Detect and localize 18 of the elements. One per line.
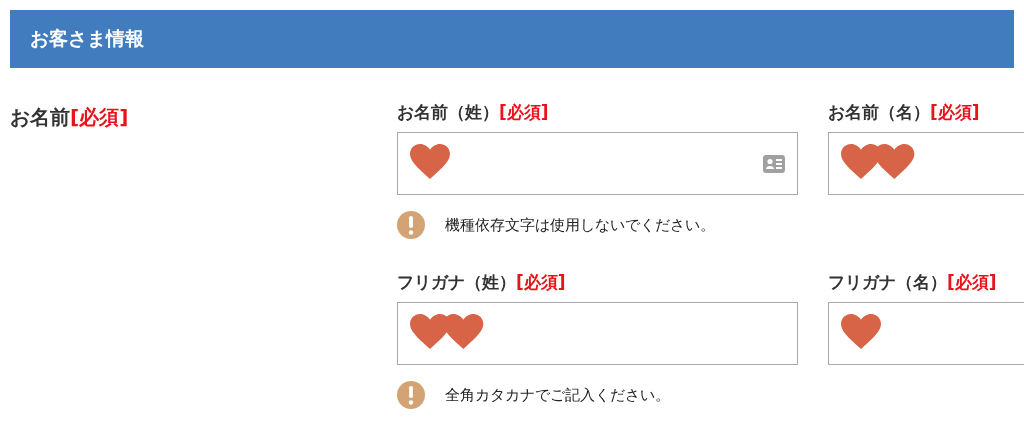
contact-card-icon[interactable] <box>763 154 785 173</box>
hint-text: 機種依存文字は使用しないでください。 <box>445 215 715 235</box>
section-title: お客さま情報 <box>30 26 144 51</box>
input-field[interactable] <box>397 132 798 195</box>
required-mark: [必須] <box>516 272 566 292</box>
required-mark: [必須] <box>930 102 980 122</box>
required-mark: [必須] <box>70 105 129 129</box>
field-label: フリガナ（姓） <box>397 272 516 292</box>
field-label: お名前（名） <box>828 102 930 122</box>
required-mark: [必須] <box>947 272 997 292</box>
hint-text: 全角カタカナでご記入ください。 <box>445 385 670 405</box>
field-label: お名前（姓） <box>397 102 499 122</box>
input-field[interactable] <box>397 302 798 365</box>
warning-icon <box>397 381 425 409</box>
field-label: フリガナ（名） <box>828 272 947 292</box>
field-group-label: お名前 <box>10 105 70 129</box>
warning-icon <box>397 211 425 239</box>
required-mark: [必須] <box>499 102 549 122</box>
